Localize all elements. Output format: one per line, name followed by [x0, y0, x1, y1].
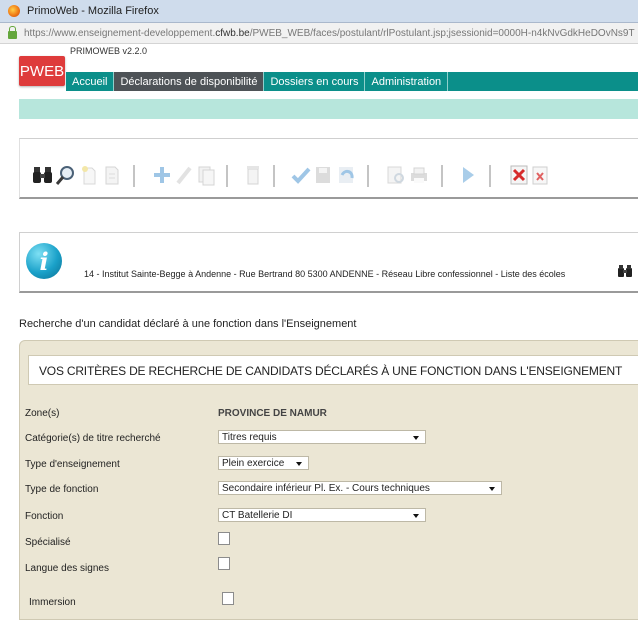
- section-title: Recherche d'un candidat déclaré à une fo…: [19, 318, 357, 330]
- validate-icon[interactable]: [291, 164, 311, 186]
- toolbar-separator: [273, 165, 275, 187]
- toolbar-separator: [226, 165, 228, 187]
- title-category-select[interactable]: Titres requis: [218, 430, 426, 444]
- function-select[interactable]: CT Batellerie DI: [218, 508, 426, 522]
- teaching-type-label: Type d'enseignement: [25, 459, 120, 470]
- undo-icon[interactable]: [336, 164, 358, 186]
- immersion-checkbox[interactable]: [222, 592, 234, 605]
- specialised-checkbox[interactable]: [218, 532, 230, 545]
- binoculars-icon[interactable]: [32, 164, 54, 186]
- url-text[interactable]: https://www.enseignement-developpement.c…: [24, 28, 635, 39]
- toolbar-separator: [367, 165, 369, 187]
- copy-icon[interactable]: [196, 164, 216, 186]
- title-category-value: Titres requis: [222, 432, 277, 443]
- sign-language-label: Langue des signes: [25, 563, 109, 574]
- function-label: Fonction: [25, 511, 64, 522]
- chevron-down-icon: [413, 514, 419, 518]
- window-title: PrimoWeb - Mozilla Firefox: [27, 5, 159, 17]
- zone-value: PROVINCE DE NAMUR: [218, 408, 327, 419]
- preview-icon[interactable]: [385, 164, 407, 186]
- nav-declarations[interactable]: Déclarations de disponibilité: [114, 72, 265, 91]
- info-icon: i: [26, 243, 62, 279]
- immersion-label: Immersion: [29, 597, 76, 608]
- title-category-label: Catégorie(s) de titre recherché: [25, 433, 161, 444]
- excel-export-icon[interactable]: [508, 164, 530, 186]
- search-criteria-panel: VOS CRITÈRES DE RECHERCHE DE CANDIDATS D…: [19, 340, 638, 620]
- sub-nav-bar: [19, 99, 638, 119]
- panel-header: VOS CRITÈRES DE RECHERCHE DE CANDIDATS D…: [28, 355, 638, 385]
- specialised-label: Spécialisé: [25, 537, 71, 548]
- nav-accueil[interactable]: Accueil: [66, 72, 115, 91]
- toolbar-separator: [489, 165, 491, 187]
- app-version: PRIMOWEB v2.2.0: [70, 46, 148, 56]
- chevron-down-icon: [413, 436, 419, 440]
- add-icon[interactable]: [152, 164, 172, 186]
- binoculars-icon[interactable]: [617, 263, 633, 282]
- chevron-down-icon: [296, 462, 302, 466]
- firefox-icon: [8, 5, 20, 17]
- pweb-logo[interactable]: PWEB: [19, 56, 65, 86]
- new-document-icon[interactable]: [80, 164, 98, 186]
- play-icon[interactable]: [459, 164, 477, 186]
- function-type-select[interactable]: Secondaire inférieur Pl. Ex. - Cours tec…: [218, 481, 502, 495]
- magnifier-icon[interactable]: [55, 164, 77, 186]
- address-bar[interactable]: https://www.enseignement-developpement.c…: [0, 23, 638, 44]
- excel-icon[interactable]: [530, 164, 550, 186]
- sign-language-checkbox[interactable]: [218, 557, 230, 570]
- function-value: CT Batellerie DI: [222, 510, 293, 521]
- window-titlebar: PrimoWeb - Mozilla Firefox: [0, 0, 638, 23]
- panel-title: VOS CRITÈRES DE RECHERCHE DE CANDIDATS D…: [39, 364, 623, 378]
- function-type-label: Type de fonction: [25, 484, 99, 495]
- nav-dossiers[interactable]: Dossiers en cours: [264, 72, 366, 91]
- document-icon[interactable]: [103, 164, 121, 186]
- school-info-bar: i 14 - Institut Sainte-Begge à Andenne -…: [19, 232, 638, 293]
- print-icon[interactable]: [408, 164, 430, 186]
- delete-icon[interactable]: [244, 164, 262, 186]
- lock-icon: [8, 26, 17, 39]
- teaching-type-value: Plein exercice: [222, 458, 285, 469]
- zone-label: Zone(s): [25, 408, 60, 419]
- save-icon[interactable]: [313, 164, 333, 186]
- toolbar-separator: [133, 165, 135, 187]
- main-nav: Accueil Déclarations de disponibilité Do…: [66, 72, 638, 91]
- toolbar-separator: [441, 165, 443, 187]
- chevron-down-icon: [489, 487, 495, 491]
- school-info-text: 14 - Institut Sainte-Begge à Andenne - R…: [84, 269, 566, 279]
- function-type-value: Secondaire inférieur Pl. Ex. - Cours tec…: [222, 483, 430, 494]
- nav-administration[interactable]: Administration: [365, 72, 449, 91]
- teaching-type-select[interactable]: Plein exercice: [218, 456, 309, 470]
- edit-icon[interactable]: [174, 164, 194, 186]
